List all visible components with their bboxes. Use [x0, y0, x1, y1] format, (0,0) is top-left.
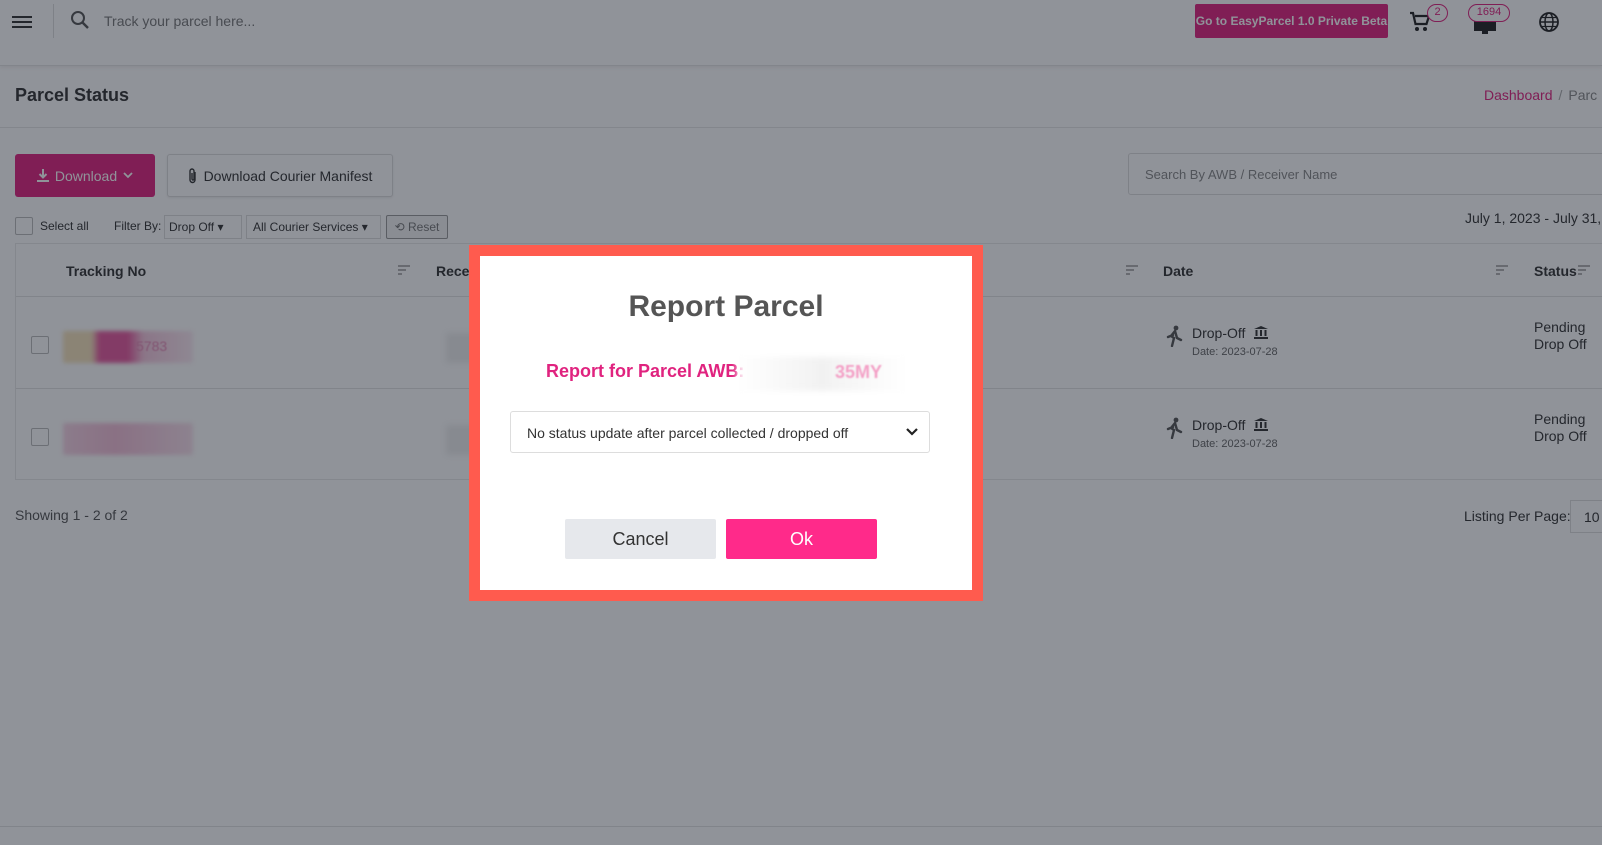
ok-button[interactable]: Ok: [726, 519, 877, 559]
cancel-button[interactable]: Cancel: [565, 519, 716, 559]
modal-subtitle: Report for Parcel AWB:: [546, 361, 745, 381]
report-reason-value: No status update after parcel collected …: [527, 425, 849, 441]
chevron-down-icon: [906, 428, 918, 436]
awb-partial: 35MY: [835, 362, 883, 382]
report-parcel-modal: Report Parcel Report for Parcel AWB: 35M…: [469, 245, 983, 601]
report-reason-select[interactable]: No status update after parcel collected …: [510, 411, 930, 453]
modal-title: Report Parcel: [628, 290, 824, 323]
